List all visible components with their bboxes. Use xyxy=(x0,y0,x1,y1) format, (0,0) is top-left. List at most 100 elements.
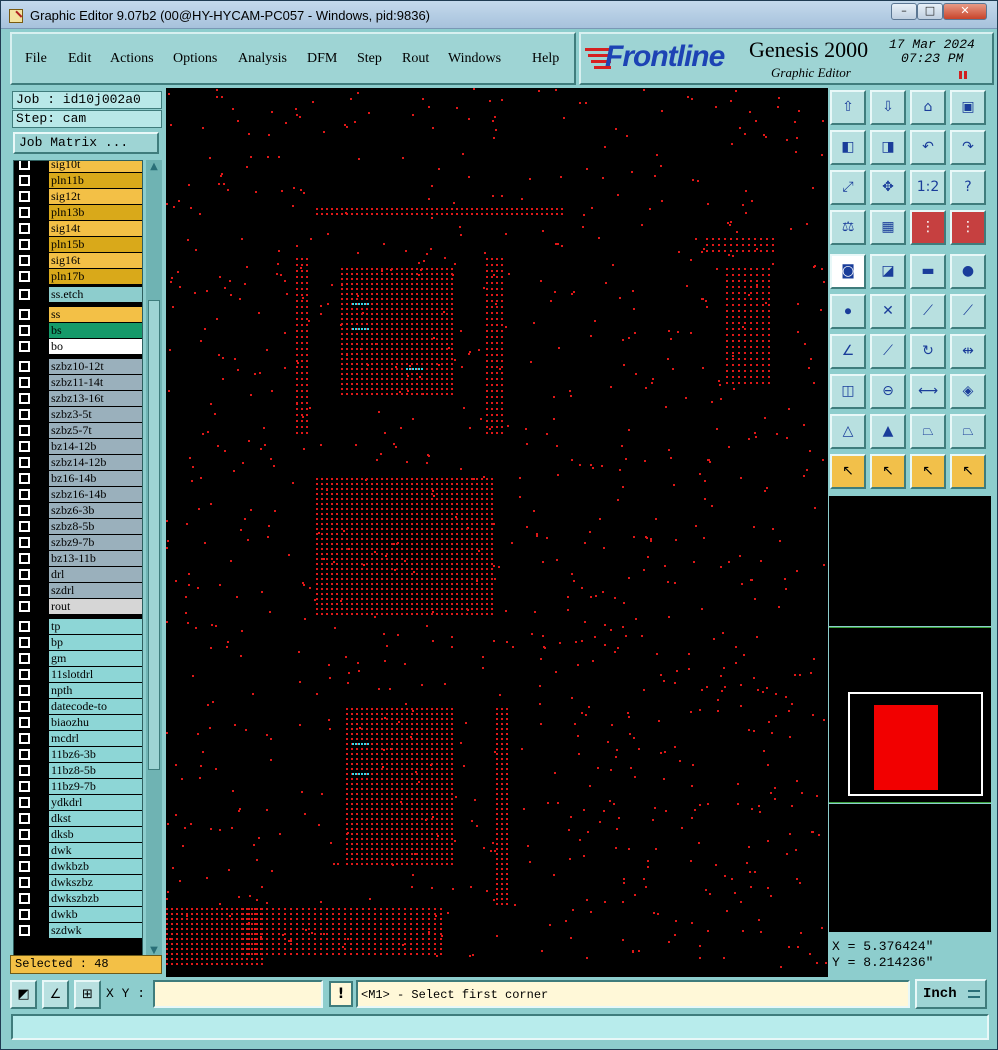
layer-row[interactable]: dwkbzb xyxy=(14,859,142,874)
layer-row[interactable]: bz16-14b xyxy=(14,471,142,486)
traffic-light-button[interactable]: ⋮ xyxy=(950,210,986,245)
home-button[interactable]: ⌂ xyxy=(910,90,946,125)
layer-row[interactable]: pln11b xyxy=(14,173,142,188)
layer-checkbox[interactable] xyxy=(19,325,30,336)
layer-row[interactable]: szdrl xyxy=(14,583,142,598)
menu-dfm[interactable]: DFM xyxy=(307,51,337,67)
pause-icon[interactable] xyxy=(958,71,968,79)
layer-checkbox[interactable] xyxy=(19,393,30,404)
layer-checkbox[interactable] xyxy=(19,441,30,452)
graphic-canvas[interactable] xyxy=(166,88,828,977)
layer-checkbox[interactable] xyxy=(19,191,30,202)
layer-row[interactable]: pln15b xyxy=(14,237,142,252)
layer-checkbox[interactable] xyxy=(19,601,30,612)
title-bar[interactable]: Graphic Editor 9.07b2 (00@HY-HYCAM-PC057… xyxy=(1,1,997,29)
layer-row[interactable]: szbz5-7t xyxy=(14,423,142,438)
trapezoid-button[interactable]: ⏢ xyxy=(910,414,946,449)
layer-checkbox[interactable] xyxy=(19,585,30,596)
layer-row[interactable]: sig16t xyxy=(14,253,142,268)
layer-row[interactable]: szbz13-16t xyxy=(14,391,142,406)
menu-edit[interactable]: Edit xyxy=(68,51,91,67)
scroll-up-icon[interactable]: ▲ xyxy=(148,162,160,172)
layer-row[interactable]: bz14-12b xyxy=(14,439,142,454)
layer-row[interactable]: 11bz9-7b xyxy=(14,779,142,794)
layer-checkbox[interactable] xyxy=(19,537,30,548)
layer-checkbox[interactable] xyxy=(19,457,30,468)
layer-checkbox[interactable] xyxy=(19,341,30,352)
layer-row[interactable]: ss.etch xyxy=(14,287,142,302)
layer-name[interactable]: dwkb xyxy=(49,907,142,922)
layer-checkbox[interactable] xyxy=(19,521,30,532)
layer-row[interactable]: szdwk xyxy=(14,923,142,938)
layer-checkbox[interactable] xyxy=(19,271,30,282)
layer-name[interactable]: szbz10-12t xyxy=(49,359,142,374)
layer-name[interactable]: dkst xyxy=(49,811,142,826)
move-down-layer-button[interactable]: ⇩ xyxy=(870,90,906,125)
angle-icon[interactable]: ∠ xyxy=(42,980,69,1009)
pointer-box-button[interactable]: ↖ xyxy=(870,454,906,489)
grid-button[interactable]: ▦ xyxy=(870,210,906,245)
layer-name[interactable]: szbz14-12b xyxy=(49,455,142,470)
pad-button[interactable]: ● xyxy=(950,254,986,289)
layer-row[interactable]: szbz8-5b xyxy=(14,519,142,534)
triangle-button[interactable]: △ xyxy=(830,414,866,449)
layer-row[interactable]: tp xyxy=(14,619,142,634)
layer-checkbox[interactable] xyxy=(19,685,30,696)
layer-checkbox[interactable] xyxy=(19,733,30,744)
menu-analysis[interactable]: Analysis xyxy=(238,51,287,67)
layer-checkbox[interactable] xyxy=(19,797,30,808)
snap-point-button[interactable]: ⟋ xyxy=(910,294,946,329)
zoom-fit-button[interactable]: ⤢ xyxy=(830,170,866,205)
job-matrix-button[interactable]: Job Matrix ... xyxy=(13,132,159,154)
layer-name[interactable]: 11slotdrl xyxy=(49,667,142,682)
layer-row[interactable]: rout xyxy=(14,599,142,614)
layer-name[interactable]: ss xyxy=(49,307,142,322)
cross-button[interactable]: ✕ xyxy=(870,294,906,329)
layer-name[interactable]: dksb xyxy=(49,827,142,842)
layer-name[interactable]: szbz3-5t xyxy=(49,407,142,422)
layer-name[interactable]: gm xyxy=(49,651,142,666)
layer-row[interactable]: 11bz8-5b xyxy=(14,763,142,778)
layer-checkbox[interactable] xyxy=(19,223,30,234)
layer-row[interactable]: sig12t xyxy=(14,189,142,204)
pan-left-button[interactable]: ◧ xyxy=(830,130,866,165)
layer-checkbox[interactable] xyxy=(19,845,30,856)
help-button[interactable]: ? xyxy=(950,170,986,205)
layer-name[interactable]: bz13-11b xyxy=(49,551,142,566)
layer-name[interactable]: 11bz8-5b xyxy=(49,763,142,778)
layer-row[interactable]: sig14t xyxy=(14,221,142,236)
undo-view-button[interactable]: ↶ xyxy=(910,130,946,165)
layer-checkbox[interactable] xyxy=(19,425,30,436)
layer-row[interactable]: szbz11-14t xyxy=(14,375,142,390)
alert-icon[interactable]: ! xyxy=(329,981,353,1007)
layer-row[interactable]: szbz14-12b xyxy=(14,455,142,470)
layer-checkbox[interactable] xyxy=(19,653,30,664)
layer-row[interactable]: pln13b xyxy=(14,205,142,220)
layer-name[interactable]: 11bz6-3b xyxy=(49,747,142,762)
layer-row[interactable]: ydkdrl xyxy=(14,795,142,810)
layer-checkbox[interactable] xyxy=(19,361,30,372)
snap-icon[interactable]: ◩ xyxy=(10,980,37,1009)
layer-row[interactable]: szbz3-5t xyxy=(14,407,142,422)
layer-name[interactable]: dwkbzb xyxy=(49,859,142,874)
layer-row[interactable]: dkst xyxy=(14,811,142,826)
layer-row[interactable]: bz13-11b xyxy=(14,551,142,566)
layer-name[interactable]: ydkdrl xyxy=(49,795,142,810)
triangle-vertex-button[interactable]: ▲ xyxy=(870,414,906,449)
layer-name[interactable]: szbz13-16t xyxy=(49,391,142,406)
layer-checkbox[interactable] xyxy=(19,409,30,420)
menu-options[interactable]: Options xyxy=(173,51,217,67)
layer-name[interactable]: bs xyxy=(49,323,142,338)
layer-name[interactable]: 11bz9-7b xyxy=(49,779,142,794)
layer-checkbox[interactable] xyxy=(19,289,30,300)
minimize-button[interactable]: – xyxy=(891,3,917,20)
layer-name[interactable]: dwkszbzb xyxy=(49,891,142,906)
menu-actions[interactable]: Actions xyxy=(110,51,154,67)
layer-row[interactable]: bs xyxy=(14,323,142,338)
layer-checkbox[interactable] xyxy=(19,877,30,888)
layer-name[interactable]: pln17b xyxy=(49,269,142,284)
layer-name[interactable]: sig14t xyxy=(49,221,142,236)
layer-checkbox[interactable] xyxy=(19,309,30,320)
layer-name[interactable]: biaozhu xyxy=(49,715,142,730)
layer-name[interactable]: tp xyxy=(49,619,142,634)
